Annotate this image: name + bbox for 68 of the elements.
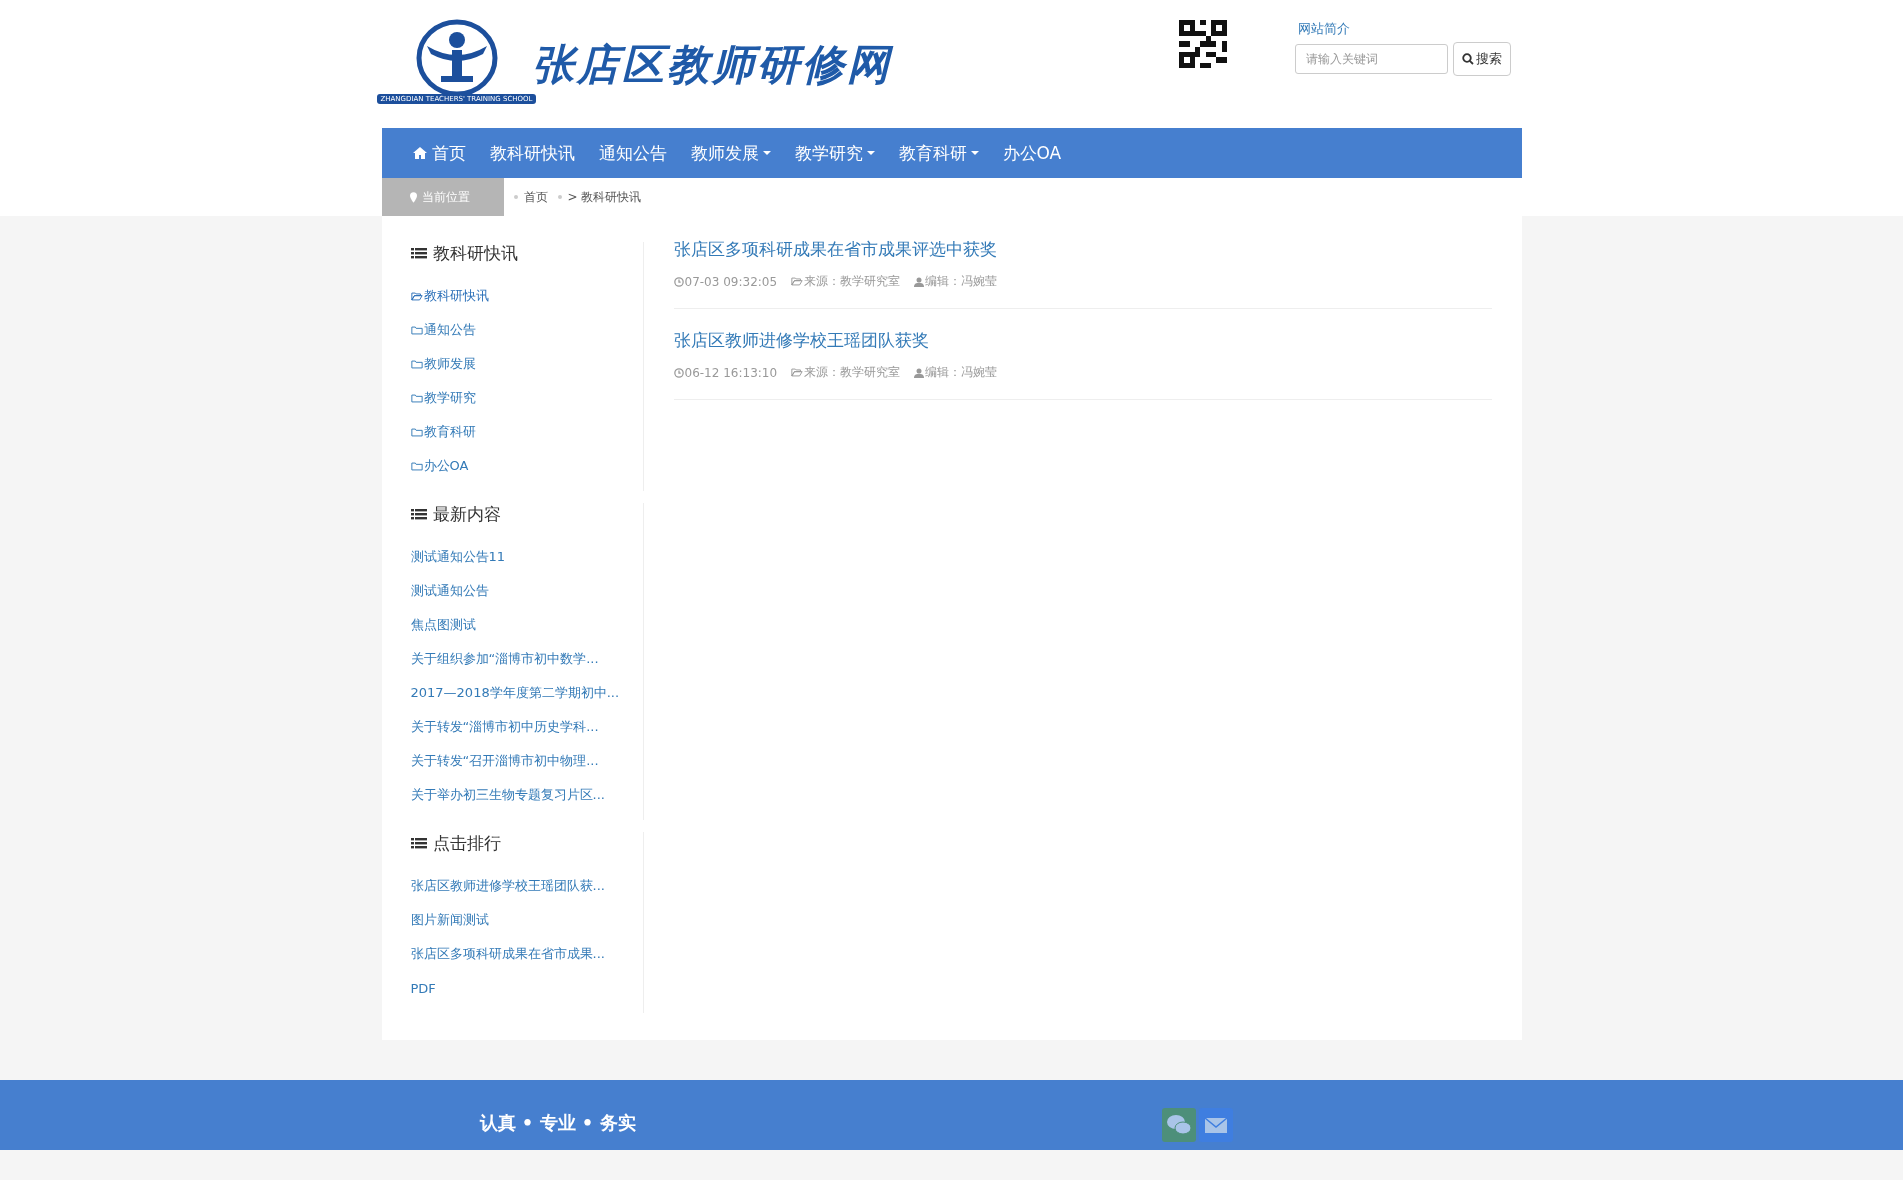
list-icon xyxy=(410,507,427,522)
article-link[interactable]: 测试通知公告11 xyxy=(410,540,643,574)
user-icon xyxy=(914,367,925,378)
nav-link[interactable]: 教学研究 xyxy=(782,128,887,178)
section-heading: 教科研快讯 xyxy=(432,242,518,265)
folder-icon xyxy=(410,290,423,302)
folder-icon xyxy=(410,358,423,370)
article-link[interactable]: PDF xyxy=(410,971,643,1005)
breadcrumb-link[interactable]: 首页 xyxy=(523,188,548,206)
list-icon xyxy=(410,836,427,851)
folder-icon xyxy=(410,392,423,404)
category-link[interactable]: 教育科研 xyxy=(410,415,643,449)
nav-link[interactable]: 教科研快讯 xyxy=(477,128,587,178)
caret-icon xyxy=(866,151,875,155)
chat-icon[interactable] xyxy=(1161,1108,1196,1142)
article-link[interactable]: 图片新闻测试 xyxy=(410,903,643,937)
mail-icon[interactable] xyxy=(1198,1108,1233,1142)
nav-link[interactable]: 通知公告 xyxy=(586,128,679,178)
caret-icon xyxy=(970,151,979,155)
clock-icon xyxy=(673,367,684,378)
category-link[interactable]: 教科研快讯 xyxy=(410,279,643,313)
pin-icon xyxy=(409,191,417,203)
folder-icon xyxy=(410,460,423,472)
footer-motto: 认真 • 专业 • 务实 xyxy=(479,1111,636,1135)
section-heading: 最新内容 xyxy=(432,503,501,526)
user-icon xyxy=(914,276,925,287)
article-editor: 编辑：冯婉莹 xyxy=(925,273,998,290)
caret-icon xyxy=(762,151,771,155)
search-field[interactable]: 请输入关键词 xyxy=(1294,44,1448,74)
breadcrumb-link[interactable]: > 教科研快讯 xyxy=(567,188,642,206)
article-link[interactable]: 张店区教师进修学校王瑶团队获... xyxy=(410,869,643,903)
folder-icon xyxy=(791,276,804,287)
article-link[interactable]: 2017—2018学年度第二学期初中... xyxy=(410,676,643,710)
nav-link[interactable]: 办公OA xyxy=(990,128,1074,178)
article-link[interactable]: 测试通知公告 xyxy=(410,574,643,608)
about-link[interactable]: 网站简介 xyxy=(1297,20,1511,38)
section-heading: 点击排行 xyxy=(432,832,501,855)
article-editor: 编辑：冯婉莹 xyxy=(925,364,998,381)
search-button[interactable]: 搜索 xyxy=(1452,42,1511,76)
folder-icon xyxy=(410,426,423,438)
category-link[interactable]: 教学研究 xyxy=(410,381,643,415)
nav-link[interactable]: 首页 xyxy=(399,128,478,178)
folder-icon xyxy=(791,367,804,378)
nav-link[interactable]: 教育科研 xyxy=(886,128,991,178)
article-link[interactable]: 关于举办初三生物专题复习片区... xyxy=(410,778,643,812)
article-link[interactable]: 关于转发“淄博市初中历史学科... xyxy=(410,710,643,744)
clock-icon xyxy=(673,276,684,287)
article-title[interactable]: 张店区教师进修学校王瑶团队获奖 xyxy=(673,329,929,352)
location-label: 当前位置 xyxy=(381,178,504,216)
article-title[interactable]: 张店区多项科研成果在省市成果评选中获奖 xyxy=(673,238,997,261)
category-link[interactable]: 通知公告 xyxy=(410,313,643,347)
nav-link[interactable]: 教师发展 xyxy=(678,128,783,178)
category-link[interactable]: 教师发展 xyxy=(410,347,643,381)
list-icon xyxy=(410,246,427,261)
post-time: 07-03 09:32:05 xyxy=(684,274,778,289)
article-source: 来源：教学研究室 xyxy=(804,364,901,381)
home-icon xyxy=(411,146,428,160)
site-title: 张店区教师研修网 xyxy=(531,39,892,91)
qr-code xyxy=(1178,20,1227,68)
search-icon xyxy=(1461,53,1474,65)
article-source: 来源：教学研究室 xyxy=(804,273,901,290)
folder-icon xyxy=(410,324,423,336)
category-link[interactable]: 办公OA xyxy=(410,449,643,483)
post-time: 06-12 16:13:10 xyxy=(684,365,778,380)
article-link[interactable]: 焦点图测试 xyxy=(410,608,643,642)
article-link[interactable]: 关于转发“召开淄博市初中物理... xyxy=(410,744,643,778)
article-link[interactable]: 关于组织参加“淄博市初中数学... xyxy=(410,642,643,676)
article-link[interactable]: 张店区多项科研成果在省市成果... xyxy=(410,937,643,971)
